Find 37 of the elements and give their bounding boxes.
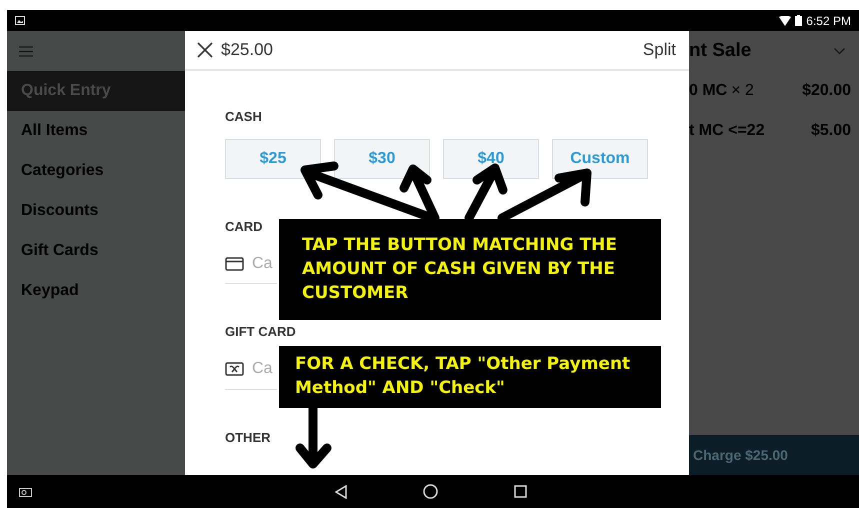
sidebar-item[interactable]: Keypad <box>7 271 185 311</box>
line-item-name: 0 MC <box>689 81 728 101</box>
line-item-price: $20.00 <box>802 81 851 101</box>
section-label: OTHER <box>225 428 272 446</box>
instruction-callout: FOR A CHECK, TAP "Other Payment Method" AND "Check" <box>279 346 661 408</box>
sidebar-item[interactable]: Categories <box>7 151 185 191</box>
line-item-price: $5.00 <box>810 121 851 141</box>
sidebar-item[interactable]: Gift Cards <box>7 231 185 271</box>
payment-amount: $25.00 <box>221 39 273 62</box>
input-field[interactable]: Ca <box>252 252 274 276</box>
cash-amount-button[interactable]: $40 <box>443 138 539 178</box>
close-icon[interactable] <box>197 42 213 58</box>
picture-notification-icon <box>15 16 25 25</box>
cash-amount-button[interactable]: $30 <box>334 138 430 178</box>
instruction-callout: TAP THE BUTTON MATCHING THE AMOUNT OF CASH GIVEN BY THE CUSTOMER <box>279 219 661 320</box>
wifi-icon <box>779 16 792 26</box>
section-label: GIFT CARD <box>225 323 297 341</box>
home-icon[interactable] <box>423 484 438 499</box>
section-label: CARD <box>225 218 264 236</box>
battery-icon <box>795 15 802 26</box>
sidebar-item[interactable]: Discounts <box>7 191 185 231</box>
cash-amount-button[interactable]: $25 <box>225 138 321 178</box>
sidebar-item[interactable]: All Items <box>7 111 185 151</box>
line-item-quantity: × 2 <box>731 81 754 101</box>
card-icon <box>225 256 244 270</box>
recents-icon[interactable] <box>514 485 527 498</box>
camera-icon[interactable] <box>19 486 32 496</box>
split-link[interactable]: Split <box>642 37 676 63</box>
back-icon[interactable] <box>335 484 347 498</box>
sale-title: nt Sale <box>689 38 752 63</box>
line-item-name: t MC <=22 <box>689 121 765 141</box>
section-label: CASH <box>225 108 263 126</box>
charge-button[interactable]: Charge $25.00 <box>689 435 859 475</box>
clock-time: 6:52 PM <box>806 12 851 30</box>
gift-card-icon <box>225 362 244 376</box>
cash-amount-button[interactable]: Custom <box>552 138 648 178</box>
input-field[interactable]: Ca <box>252 357 274 381</box>
